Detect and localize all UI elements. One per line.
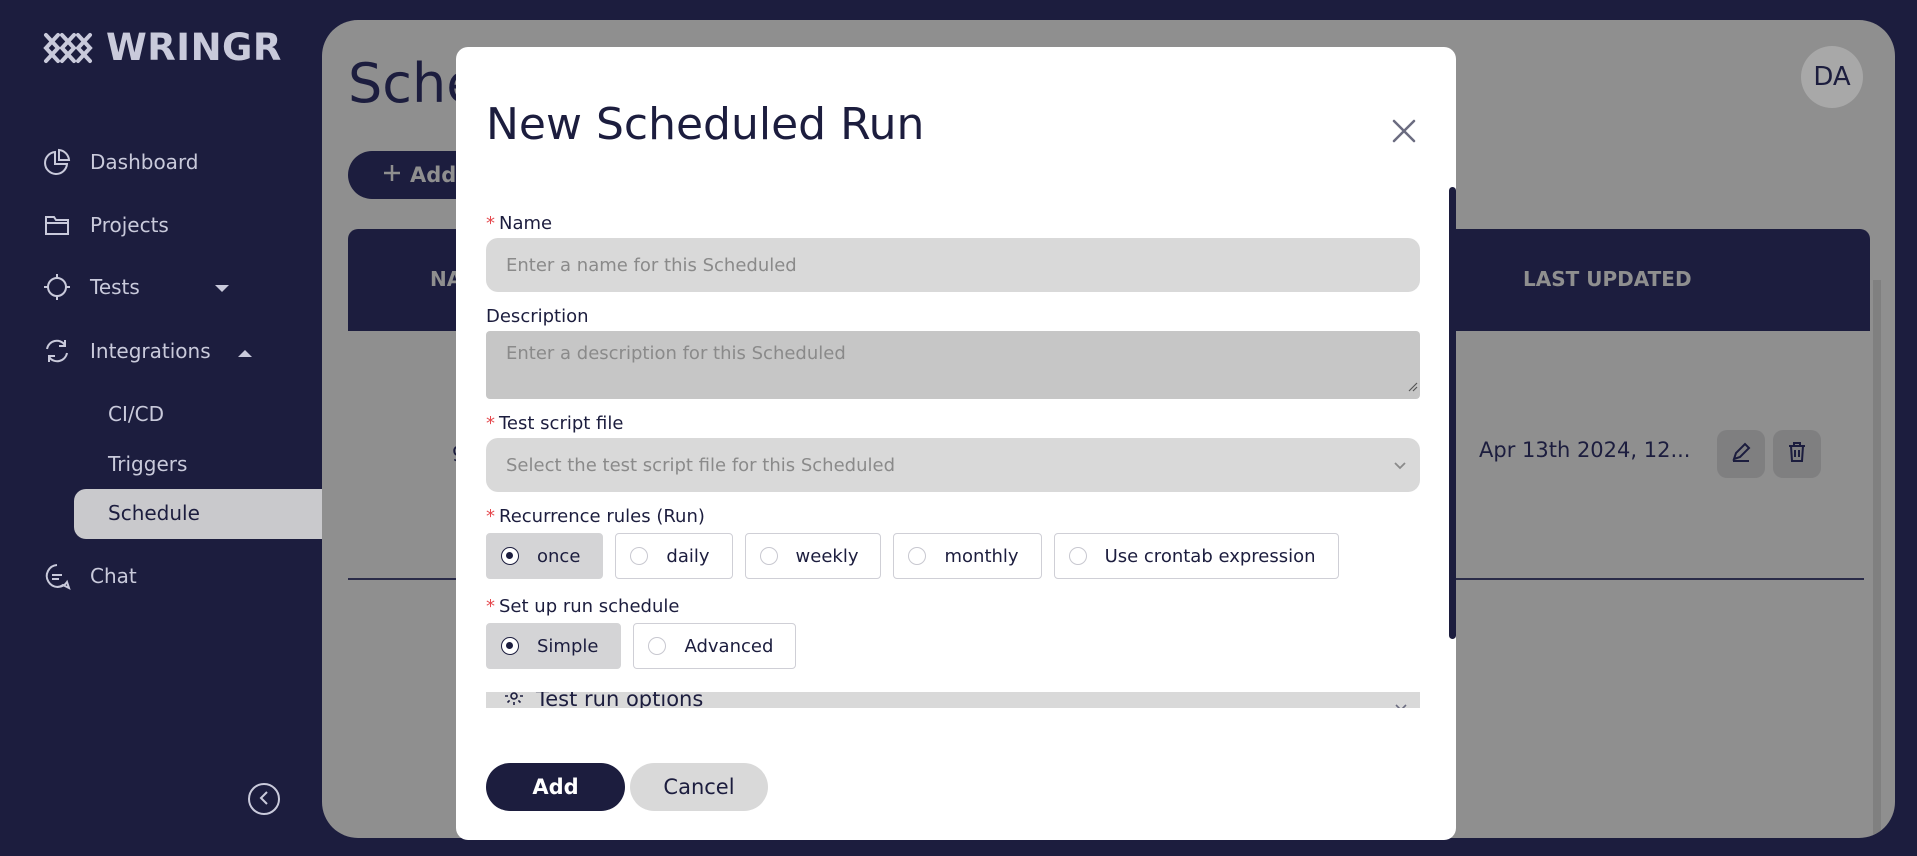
- radio-indicator: [501, 547, 519, 565]
- test-run-options-panel[interactable]: Test run options: [486, 692, 1420, 708]
- sidebar-item-label: Tests: [90, 275, 140, 299]
- chevron-down-icon: [1394, 698, 1408, 708]
- new-scheduled-run-modal: New Scheduled Run * Name Enter a name for…: [456, 47, 1456, 840]
- radio-indicator: [1068, 547, 1087, 565]
- description-textarea[interactable]: Enter a description for this Scheduled: [486, 331, 1420, 399]
- schedule-option-advanced[interactable]: Advanced: [633, 623, 797, 669]
- pie-chart-icon: [42, 147, 72, 177]
- close-icon: [1392, 119, 1416, 143]
- recurrence-option-once[interactable]: once: [486, 533, 604, 579]
- column-header-last-updated[interactable]: LAST UPDATED: [1523, 267, 1692, 291]
- recurrence-option-monthly[interactable]: monthly: [893, 533, 1042, 579]
- wringr-logo-icon: [43, 32, 93, 63]
- main-scrollbar[interactable]: [1873, 280, 1881, 838]
- script-label: * Test script file: [486, 413, 624, 434]
- row-last-updated-cell: Apr 13th 2024, 12...: [1479, 438, 1691, 462]
- recurrence-label: * Recurrence rules (Run): [486, 506, 705, 527]
- refresh-icon: [42, 336, 72, 366]
- brand-name: WRINGR: [106, 26, 282, 69]
- sidebar-subitem-schedule[interactable]: Schedule: [74, 489, 332, 539]
- name-input[interactable]: Enter a name for this Scheduled: [486, 238, 1420, 292]
- radio-indicator: [759, 547, 778, 565]
- schedule-label: * Set up run schedule: [486, 596, 680, 617]
- script-placeholder: Select the test script file for this Sch…: [506, 454, 895, 476]
- radio-indicator: [630, 547, 649, 565]
- required-marker: *: [486, 596, 495, 617]
- add-schedule-label: Add: [410, 163, 457, 187]
- sidebar-item-label: Dashboard: [90, 150, 199, 174]
- sidebar: WRINGR Dashboard Projects Tests Integrat…: [0, 0, 332, 856]
- close-button[interactable]: [1386, 113, 1422, 149]
- recurrence-option-weekly[interactable]: weekly: [744, 533, 882, 579]
- radio-indicator: [908, 547, 927, 565]
- description-label: Description: [486, 306, 589, 327]
- required-marker: *: [486, 413, 495, 434]
- test-run-options-label: Test run options: [536, 692, 704, 708]
- logo[interactable]: WRINGR: [42, 26, 282, 69]
- chevron-down-icon[interactable]: [214, 275, 230, 299]
- script-select[interactable]: Select the test script file for this Sch…: [486, 438, 1420, 492]
- name-label: * Name: [486, 213, 553, 234]
- name-placeholder: Enter a name for this Scheduled: [506, 254, 797, 276]
- modal-scrollbar[interactable]: [1449, 187, 1456, 639]
- sidebar-item-tests[interactable]: Tests: [42, 272, 230, 302]
- chat-icon: [42, 561, 72, 591]
- avatar[interactable]: DA: [1801, 46, 1863, 108]
- edit-button[interactable]: [1717, 430, 1765, 478]
- collapse-sidebar-button[interactable]: [248, 783, 280, 815]
- sidebar-item-label: Integrations: [90, 339, 211, 363]
- plus-icon: [382, 163, 402, 188]
- gear-icon: [504, 692, 524, 708]
- sidebar-subitem-cicd[interactable]: CI/CD: [108, 402, 164, 426]
- folder-icon: [42, 210, 72, 240]
- sidebar-item-projects[interactable]: Projects: [42, 210, 169, 240]
- delete-button[interactable]: [1773, 430, 1821, 478]
- recurrence-radio-group: once daily weekly monthly Use crontab ex…: [486, 533, 1339, 579]
- edit-icon: [1729, 440, 1753, 468]
- description-placeholder: Enter a description for this Scheduled: [506, 343, 846, 364]
- sidebar-item-label: Chat: [90, 564, 137, 588]
- recurrence-option-daily[interactable]: daily: [615, 533, 733, 579]
- sidebar-item-integrations[interactable]: Integrations: [42, 336, 253, 366]
- schedule-option-simple[interactable]: Simple: [486, 623, 622, 669]
- radio-indicator: [501, 637, 519, 655]
- schedule-radio-group: Simple Advanced: [486, 623, 797, 669]
- sidebar-subitem-triggers[interactable]: Triggers: [108, 452, 187, 476]
- required-marker: *: [486, 506, 495, 527]
- resize-handle-icon[interactable]: [1406, 376, 1418, 397]
- sidebar-item-dashboard[interactable]: Dashboard: [42, 147, 199, 177]
- crosshair-icon: [42, 272, 72, 302]
- chevron-down-icon: [1392, 456, 1408, 477]
- chevron-left-icon: [258, 790, 270, 809]
- required-marker: *: [486, 213, 495, 234]
- radio-indicator: [648, 637, 667, 655]
- modal-title: New Scheduled Run: [486, 99, 925, 150]
- sidebar-item-chat[interactable]: Chat: [42, 561, 137, 591]
- trash-icon: [1785, 440, 1809, 468]
- chevron-up-icon[interactable]: [237, 339, 253, 363]
- cancel-button[interactable]: Cancel: [630, 763, 768, 811]
- sidebar-subitem-label: Schedule: [108, 501, 200, 525]
- add-button[interactable]: Add: [486, 763, 625, 811]
- recurrence-option-crontab[interactable]: Use crontab expression: [1053, 533, 1339, 579]
- sidebar-item-label: Projects: [90, 213, 169, 237]
